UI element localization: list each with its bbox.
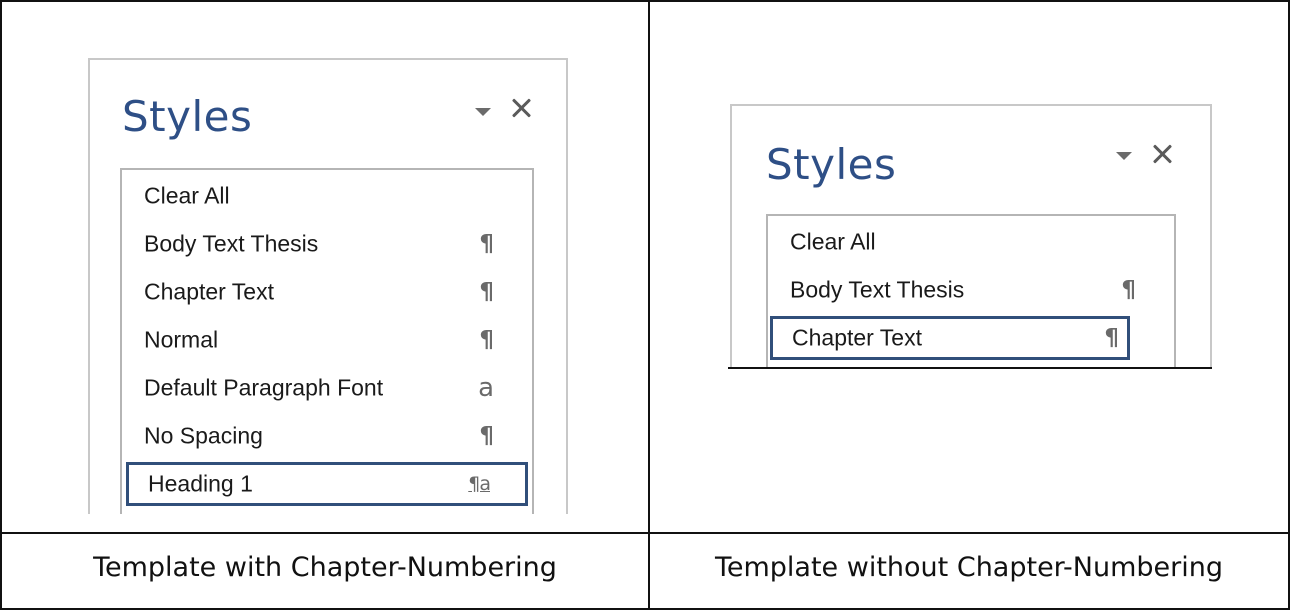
chevron-down-icon[interactable] [1116, 152, 1132, 160]
caption-right: Template without Chapter-Numbering [714, 552, 1224, 583]
style-item-body-text-thesis[interactable]: Body Text Thesis ¶ [122, 222, 532, 266]
style-item-no-spacing[interactable]: No Spacing ¶ [122, 414, 532, 458]
style-item-chapter-text[interactable]: Chapter Text ¶ [770, 316, 1130, 360]
style-label: No Spacing [144, 422, 263, 449]
style-label: Chapter Text [144, 278, 274, 305]
style-item-body-text-thesis[interactable]: Body Text Thesis ¶ [768, 268, 1174, 312]
style-item-heading-1[interactable]: Heading 1 ¶a [126, 462, 528, 506]
paragraph-style-icon: ¶ [479, 327, 494, 353]
pane-border [88, 58, 90, 514]
linked-style-icon: ¶a [468, 473, 491, 495]
character-style-icon: a [478, 373, 494, 403]
style-item-chapter-text[interactable]: Chapter Text ¶ [122, 270, 532, 314]
style-label: Clear All [790, 228, 876, 255]
style-item-clear-all[interactable]: Clear All [768, 220, 1174, 264]
style-item-default-paragraph-font[interactable]: Default Paragraph Font a [122, 366, 532, 410]
pane-border [1210, 104, 1212, 368]
style-label: Chapter Text [792, 324, 922, 351]
styles-pane-left: Styles Clear All Body Text Thesis ¶ Chap… [88, 58, 568, 514]
paragraph-style-icon: ¶ [479, 279, 494, 305]
style-label: Body Text Thesis [790, 276, 965, 303]
close-icon[interactable] [1151, 142, 1173, 164]
pane-border [730, 104, 1212, 106]
pane-title: Styles [122, 92, 253, 141]
style-item-normal[interactable]: Normal ¶ [122, 318, 532, 362]
pane-border [730, 104, 732, 368]
pane-border [88, 58, 568, 60]
paragraph-style-icon: ¶ [1104, 325, 1119, 351]
styles-list: Clear All Body Text Thesis ¶ Chapter Tex… [766, 214, 1176, 368]
table-border-top [0, 0, 1290, 2]
pane-border [566, 58, 568, 514]
style-label: Normal [144, 326, 219, 353]
styles-pane-right: Styles Clear All Body Text Thesis ¶ Chap… [730, 104, 1212, 368]
table-border-left [0, 0, 2, 610]
close-icon[interactable] [510, 96, 532, 118]
screenshot-crop-edge [728, 367, 1212, 369]
style-label: Body Text Thesis [144, 230, 319, 257]
paragraph-style-icon: ¶ [1121, 277, 1136, 303]
style-label: Clear All [144, 182, 230, 209]
style-label: Heading 1 [148, 470, 253, 497]
styles-list: Clear All Body Text Thesis ¶ Chapter Tex… [120, 168, 534, 514]
table-border-middle [0, 532, 1290, 534]
table-border-divider [648, 0, 650, 610]
paragraph-style-icon: ¶ [479, 423, 494, 449]
pane-title: Styles [766, 140, 897, 189]
paragraph-style-icon: ¶ [479, 231, 494, 257]
style-label: Default Paragraph Font [144, 374, 384, 401]
caption-left: Template with Chapter-Numbering [93, 552, 557, 583]
style-item-clear-all[interactable]: Clear All [122, 174, 532, 218]
chevron-down-icon[interactable] [475, 108, 491, 116]
